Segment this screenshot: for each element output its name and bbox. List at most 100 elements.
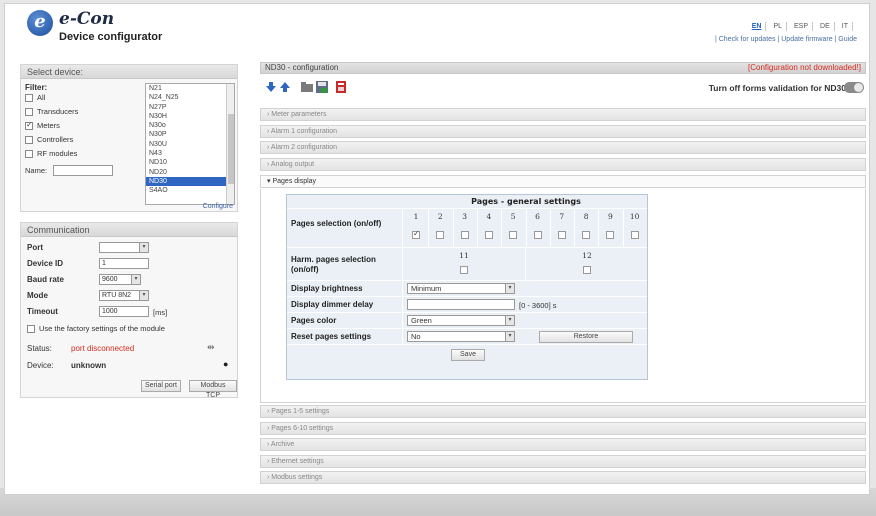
serial-port-button[interactable]: Serial port bbox=[141, 380, 181, 392]
page-checkbox[interactable] bbox=[412, 229, 420, 239]
pages-color-label: Pages color bbox=[291, 316, 337, 325]
communication-panel: Communication Port ▾ Device ID 1 Baud ra… bbox=[20, 222, 238, 399]
device-option[interactable]: N30P bbox=[146, 130, 234, 139]
device-option[interactable]: ND30 bbox=[146, 176, 234, 187]
filter-controllers[interactable]: Controllers bbox=[25, 135, 73, 145]
econ-logo-icon: e bbox=[27, 10, 53, 36]
language-switcher: EN PL ESP DE IT bbox=[748, 22, 853, 31]
timeout-input[interactable]: 1000 bbox=[99, 306, 149, 317]
page-checkbox[interactable] bbox=[533, 231, 542, 239]
language-de[interactable]: DE bbox=[816, 22, 835, 31]
restore-button[interactable]: Restore bbox=[539, 331, 633, 343]
page-checkbox[interactable] bbox=[606, 231, 615, 239]
modbus-tcp-button[interactable]: Modbus TCP bbox=[189, 380, 237, 399]
device-option[interactable]: N43 bbox=[146, 149, 234, 158]
page-checkbox[interactable] bbox=[509, 231, 518, 239]
section-archive[interactable]: › Archive bbox=[260, 438, 866, 451]
device-option[interactable]: ND10 bbox=[146, 158, 234, 167]
name-label: Name: bbox=[25, 166, 48, 175]
checkbox-icon bbox=[25, 120, 33, 131]
section-pages-display[interactable]: ▾ Pages display bbox=[260, 175, 866, 188]
language-en[interactable]: EN bbox=[748, 22, 767, 31]
factory-settings-checkbox[interactable]: Use the factory settings of the module bbox=[27, 324, 165, 334]
language-pl[interactable]: PL bbox=[769, 22, 788, 31]
page-number: 6 bbox=[535, 212, 540, 221]
save-config-icon[interactable] bbox=[315, 80, 329, 94]
baud-label: Baud rate bbox=[27, 275, 64, 284]
section-modbus-settings[interactable]: › Modbus settings bbox=[260, 471, 866, 484]
timeout-label: Timeout bbox=[27, 307, 58, 316]
folder-icon[interactable] bbox=[300, 80, 314, 94]
harm-page-checkbox[interactable] bbox=[460, 266, 468, 274]
section-pages-1-5-settings[interactable]: › Pages 1-5 settings bbox=[260, 405, 866, 418]
disconnected-plug-icon: ⇹ bbox=[207, 342, 215, 352]
select-device-panel: Select device: Filter: All Transducers Met… bbox=[20, 64, 238, 212]
select-device-title: Select device: bbox=[21, 65, 237, 79]
save-button[interactable]: Save bbox=[451, 349, 485, 361]
filter-all[interactable]: All bbox=[25, 93, 45, 103]
pages-color-select[interactable]: Green ▾ bbox=[407, 315, 515, 326]
page-checkbox[interactable] bbox=[582, 231, 591, 239]
filter-rf-modules[interactable]: RF modules bbox=[25, 149, 77, 159]
page-number: 7 bbox=[559, 212, 565, 221]
configure-link[interactable]: Configure bbox=[203, 203, 233, 210]
page-checkbox[interactable] bbox=[484, 231, 493, 239]
device-option[interactable]: S4AO bbox=[146, 186, 234, 195]
baud-select[interactable]: 9600 ▾ bbox=[99, 274, 141, 285]
device-option[interactable]: N30U bbox=[146, 140, 234, 149]
port-select[interactable]: ▾ bbox=[99, 242, 149, 253]
device-list-scrollbar[interactable] bbox=[226, 84, 234, 204]
mode-label: Mode bbox=[27, 291, 48, 300]
page-checkbox[interactable] bbox=[630, 231, 639, 239]
name-filter-input[interactable] bbox=[53, 165, 113, 176]
page-checkbox[interactable] bbox=[557, 231, 566, 239]
section-meter-parameters[interactable]: › Meter parameters bbox=[260, 108, 866, 121]
device-option[interactable]: N24_N25 bbox=[146, 93, 234, 102]
device-list[interactable]: N21 N24_N25 N27P N30H N30o N30P N30U N43 ND10 ND2… bbox=[145, 83, 235, 205]
status-label: Status: bbox=[27, 344, 52, 353]
device-option[interactable]: ND20 bbox=[146, 168, 234, 177]
reset-pages-select[interactable]: No ▾ bbox=[407, 331, 515, 342]
section-analog-output[interactable]: › Analog output bbox=[260, 157, 866, 171]
page-checkbox[interactable] bbox=[436, 231, 445, 239]
section-pages-6-10-settings[interactable]: › Pages 6-10 settings bbox=[260, 421, 866, 435]
section-alarm-2-configuration[interactable]: › Alarm 2 configuration bbox=[260, 141, 866, 154]
device-option[interactable]: N21 bbox=[146, 84, 234, 93]
filter-meters[interactable]: Meters bbox=[25, 120, 60, 131]
download-arrow-icon[interactable] bbox=[264, 80, 278, 94]
device-option[interactable]: N30o bbox=[146, 121, 234, 130]
info-icon[interactable]: ● bbox=[223, 359, 228, 369]
mode-select[interactable]: RTU 8N2 ▾ bbox=[99, 290, 149, 301]
page-number: 2 bbox=[437, 212, 443, 221]
filter-label: Filter: bbox=[25, 83, 48, 92]
pdf-report-icon[interactable] bbox=[334, 80, 348, 94]
section-ethernet-settings[interactable]: › Ethernet settings bbox=[260, 454, 866, 468]
filter-transducers[interactable]: Transducers bbox=[25, 107, 78, 117]
upload-arrow-icon[interactable] bbox=[278, 80, 292, 94]
device-option[interactable]: N30H bbox=[146, 112, 234, 121]
page-checkbox[interactable] bbox=[460, 231, 469, 239]
chevron-down-icon: ▾ bbox=[139, 291, 148, 300]
dimmer-delay-input[interactable] bbox=[407, 299, 515, 310]
forms-validation-toggle[interactable] bbox=[844, 82, 864, 93]
brightness-select[interactable]: Minimum ▾ bbox=[407, 283, 515, 294]
forms-validation-label: Turn off forms validation for ND30 bbox=[708, 83, 846, 93]
header-links[interactable]: | Check for updates | Update firmware | … bbox=[715, 36, 857, 43]
language-it[interactable]: IT bbox=[838, 22, 853, 31]
checkbox-icon bbox=[25, 94, 33, 103]
page-number: 5 bbox=[510, 212, 516, 221]
device-option[interactable]: N27P bbox=[146, 103, 234, 112]
config-header: ND30 - configuration [Configuration not … bbox=[260, 62, 866, 74]
language-esp[interactable]: ESP bbox=[790, 22, 814, 31]
section-alarm-1-configuration[interactable]: › Alarm 1 configuration bbox=[260, 124, 866, 138]
chevron-down-icon: ▾ bbox=[505, 332, 514, 341]
brightness-label: Display brightness bbox=[291, 284, 363, 293]
device-id-input[interactable]: 1 bbox=[99, 258, 149, 269]
harm-pages-label: Harm. pages selection (on/off) bbox=[291, 255, 376, 274]
page-number: 3 bbox=[462, 212, 467, 221]
timeout-unit: [ms] bbox=[153, 308, 168, 317]
brand-title: e-Con bbox=[59, 9, 115, 29]
harm-page-checkbox[interactable] bbox=[583, 266, 591, 274]
pages-general-settings: Pages - general settings Pages selection… bbox=[286, 194, 648, 380]
checkbox-icon bbox=[25, 136, 33, 145]
